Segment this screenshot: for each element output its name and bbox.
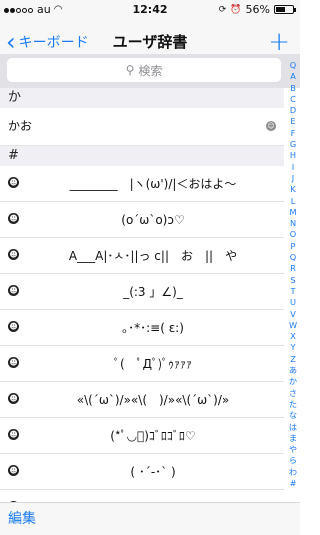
index-letter[interactable]: N bbox=[286, 218, 300, 229]
list-item[interactable]: ☻ ｡･*･:≡( ε:) bbox=[0, 310, 284, 346]
index-letter[interactable]: あ bbox=[286, 365, 300, 376]
list-item[interactable]: ☻ ﾟ( ﾟДﾟ)ﾟｩｧｧｧ bbox=[0, 346, 284, 382]
smiley-face-icon: ☻ bbox=[8, 177, 19, 188]
index-letter[interactable]: Q bbox=[286, 60, 300, 71]
index-letter[interactable]: E bbox=[286, 116, 300, 127]
search-placeholder: 検索 bbox=[138, 63, 163, 78]
smiley-face-icon: ☻ bbox=[8, 393, 19, 404]
section-header-ka: か bbox=[0, 88, 284, 108]
index-letter[interactable]: Q bbox=[286, 252, 300, 263]
index-letter[interactable]: W bbox=[286, 320, 300, 331]
index-letter[interactable]: I bbox=[286, 162, 300, 173]
index-letter[interactable]: B bbox=[286, 83, 300, 94]
index-letter[interactable]: わ bbox=[286, 467, 300, 478]
index-letter[interactable]: ま bbox=[286, 433, 300, 444]
index-letter[interactable]: P bbox=[286, 241, 300, 252]
list-item[interactable]: ☻ (*ﾟ◡ﾟ)ｺﾞﾛｺﾞﾛ♡ bbox=[0, 418, 284, 454]
magnifier-icon: ⚲ bbox=[125, 63, 135, 77]
index-letter[interactable]: R bbox=[286, 263, 300, 274]
section-header-hash: # bbox=[0, 146, 284, 166]
list-item[interactable]: ☻ ( ･´-･` ) bbox=[0, 454, 284, 490]
index-letter[interactable]: た bbox=[286, 399, 300, 410]
index-letter[interactable]: O bbox=[286, 229, 300, 240]
status-bar: au ◠ 12:42 ⟳ ⏰ 56% bbox=[0, 0, 300, 20]
list-item[interactable]: ☻ «\(´ω`)/»«\( )/»«\(´ω`)/» bbox=[0, 382, 284, 418]
index-letter[interactable]: Z bbox=[286, 354, 300, 365]
index-letter[interactable]: や bbox=[286, 444, 300, 455]
index-letter[interactable]: V bbox=[286, 309, 300, 320]
index-letter[interactable]: F bbox=[286, 128, 300, 139]
index-letter[interactable]: T bbox=[286, 286, 300, 297]
smiley-face-icon: ☻ bbox=[8, 321, 19, 332]
index-letter[interactable]: U bbox=[286, 297, 300, 308]
index-letter[interactable]: M bbox=[286, 207, 300, 218]
index-letter[interactable]: A bbox=[286, 71, 300, 82]
phrase-text: ________ |ヽ(ω')/|＜おはよ〜 bbox=[69, 177, 237, 191]
phrase-text: ｡･*･:≡( ε:) bbox=[122, 321, 184, 335]
index-letter[interactable]: S bbox=[286, 275, 300, 286]
smiley-face-icon: ☻ bbox=[8, 249, 19, 260]
status-right: ⟳ ⏰ 56% bbox=[218, 3, 296, 16]
phrase-text: ( ･´-･` ) bbox=[130, 465, 176, 479]
index-letter[interactable]: Y bbox=[286, 342, 300, 353]
battery-icon bbox=[274, 5, 296, 14]
phrase-text: (*ﾟ◡ﾟ)ｺﾞﾛｺﾞﾛ♡ bbox=[110, 429, 196, 443]
index-letter[interactable]: ら bbox=[286, 455, 300, 466]
list-item[interactable]: かお ☺ bbox=[0, 108, 284, 146]
smiley-face-icon: ☻ bbox=[8, 465, 19, 476]
bottom-toolbar: 編集 bbox=[0, 502, 300, 535]
index-letter[interactable]: G bbox=[286, 139, 300, 150]
index-letter[interactable]: K bbox=[286, 184, 300, 195]
smiley-face-icon: ☻ bbox=[8, 213, 19, 224]
smiley-face-icon: ☻ bbox=[8, 357, 19, 368]
index-letter[interactable]: X bbox=[286, 331, 300, 342]
search-bar: ⚲ 検索 bbox=[0, 54, 300, 88]
section-index[interactable]: Q A B C D E F G H I J K L M N O P Q R S T U V W X Y Z あかさたなはまやらわ # bbox=[286, 60, 300, 489]
phrase-text: _(:3 」∠)_ bbox=[123, 285, 183, 299]
phrase-text: ﾟ( ﾟДﾟ)ﾟｩｧｧｧ bbox=[113, 357, 193, 371]
dictionary-list: か かお ☺ # ☻ ________ |ヽ(ω')/|＜おはよ〜 ☻ (o´ω`o)… bbox=[0, 88, 284, 526]
battery-percentage: 56% bbox=[245, 3, 270, 16]
phrase-text: A___A|･ㅅ･||っ c|| お || や bbox=[68, 249, 238, 263]
search-input[interactable]: ⚲ 検索 bbox=[7, 58, 281, 82]
phrase-text: (o´ω`o)ɔ♡ bbox=[121, 213, 185, 227]
index-letter[interactable]: さ bbox=[286, 388, 300, 399]
smiley-face-icon: ☺ bbox=[266, 121, 276, 131]
list-item[interactable]: ☻ (o´ω`o)ɔ♡ bbox=[0, 202, 284, 238]
alarm-icon: ⏰ bbox=[230, 4, 242, 15]
shortcut-text: かお bbox=[8, 119, 33, 133]
list-item[interactable]: ☻ _(:3 」∠)_ bbox=[0, 274, 284, 310]
index-letter[interactable]: J bbox=[286, 173, 300, 184]
index-letter[interactable]: か bbox=[286, 376, 300, 387]
smiley-face-icon: ☻ bbox=[8, 429, 19, 440]
list-item[interactable]: ☻ A___A|･ㅅ･||っ c|| お || や bbox=[0, 238, 284, 274]
index-letter[interactable]: C bbox=[286, 94, 300, 105]
index-letter[interactable]: は bbox=[286, 422, 300, 433]
list-item[interactable]: ☻ ________ |ヽ(ω')/|＜おはよ〜 bbox=[0, 166, 284, 202]
edit-button[interactable]: 編集 bbox=[8, 503, 36, 535]
index-letter[interactable]: D bbox=[286, 105, 300, 116]
smiley-face-icon: ☻ bbox=[8, 285, 19, 296]
index-letter[interactable]: な bbox=[286, 410, 300, 421]
index-letter[interactable]: # bbox=[286, 478, 300, 489]
index-letter[interactable]: H bbox=[286, 150, 300, 161]
phrase-text: «\(´ω`)/»«\( )/»«\(´ω`)/» bbox=[76, 393, 230, 407]
index-letter[interactable]: L bbox=[286, 196, 300, 207]
lock-rotation-icon: ⟳ bbox=[218, 4, 227, 15]
